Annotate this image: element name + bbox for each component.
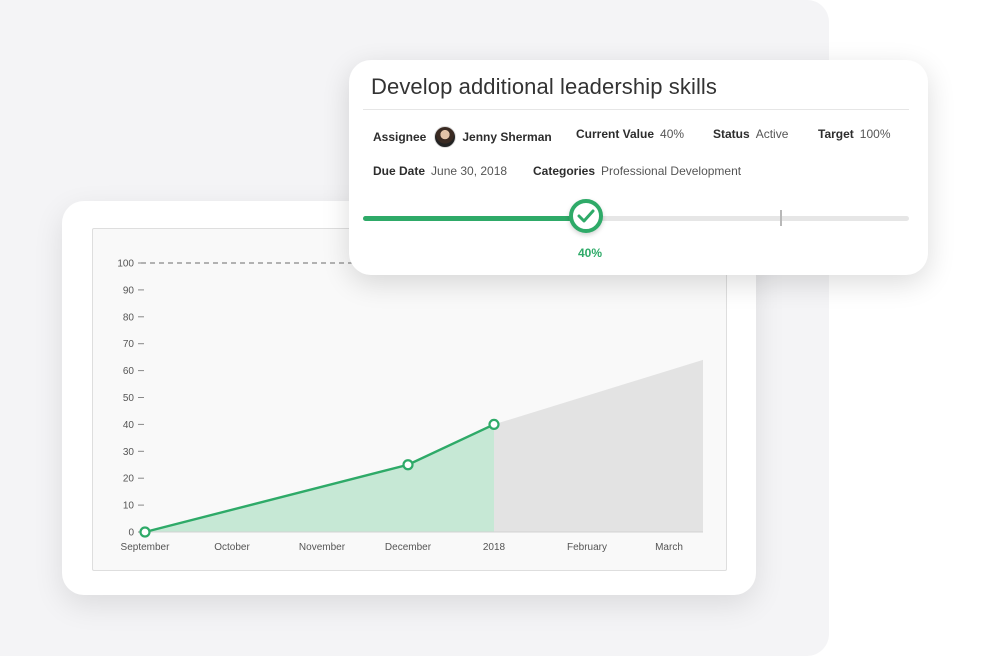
target-field: Target 100% [818, 127, 891, 141]
current-value-field: Current Value 40% [576, 127, 684, 141]
status-label: Status [713, 127, 750, 141]
divider [363, 109, 909, 110]
due-date-value: June 30, 2018 [431, 164, 508, 178]
due-date-field: Due Date June 30, 2018 [373, 164, 507, 178]
status-field: Status Active [713, 127, 788, 141]
x-tick-label: September [121, 542, 171, 553]
current-value: 40% [660, 127, 685, 141]
chart-canvas: 0 10 20 30 40 50 60 70 80 90 100 September October No… [117, 259, 703, 553]
y-tick-label: 0 [128, 528, 134, 539]
data-point [488, 418, 500, 430]
x-tick-label: December [385, 542, 432, 553]
x-tick-label: February [567, 542, 607, 553]
data-point [402, 459, 414, 471]
target-value: 100% [859, 127, 891, 141]
due-date-label: Due Date [373, 164, 426, 178]
x-tick-label: October [214, 542, 250, 553]
assignee-name[interactable]: Jenny Sherman [462, 130, 551, 144]
actual-area [145, 424, 494, 532]
x-tick-label: November [299, 542, 346, 553]
categories-field: Categories Professional Development [533, 164, 741, 178]
progress-fill [363, 216, 589, 221]
y-tick-label: 70 [123, 339, 135, 350]
y-tick-label: 50 [123, 393, 135, 404]
x-tick-label: March [655, 542, 683, 553]
avatar[interactable] [434, 126, 457, 148]
categories-label: Categories [533, 164, 596, 178]
y-tick-label: 90 [123, 285, 135, 296]
target-marker [780, 210, 782, 226]
y-tick-label: 10 [123, 501, 135, 512]
categories-value: Professional Development [601, 164, 742, 178]
goal-title: Develop additional leadership skills [371, 74, 718, 99]
x-tick-label: 2018 [483, 542, 506, 553]
projection-area [494, 359, 703, 532]
y-tick-label: 80 [123, 312, 135, 323]
status-value: Active [755, 127, 789, 141]
goal-card: Develop additional leadership skills Ass… [349, 60, 928, 275]
progress-percent: 40% [577, 246, 603, 260]
y-tick-label: 20 [123, 474, 135, 485]
data-point [139, 526, 151, 538]
y-tick-label: 100 [117, 259, 134, 270]
y-tick-label: 30 [123, 447, 135, 458]
y-tick-label: 60 [123, 366, 135, 377]
check-icon [577, 209, 595, 223]
y-tick-label: 40 [123, 420, 135, 431]
assignee-field: Assignee Jenny Sherman [373, 126, 558, 149]
assignee-label: Assignee [373, 130, 427, 145]
target-label: Target [818, 127, 854, 141]
progress-handle[interactable] [569, 199, 603, 233]
current-value-label: Current Value [576, 127, 655, 141]
progress-chart: 0 10 20 30 40 50 60 70 80 90 100 September October No… [92, 228, 727, 571]
